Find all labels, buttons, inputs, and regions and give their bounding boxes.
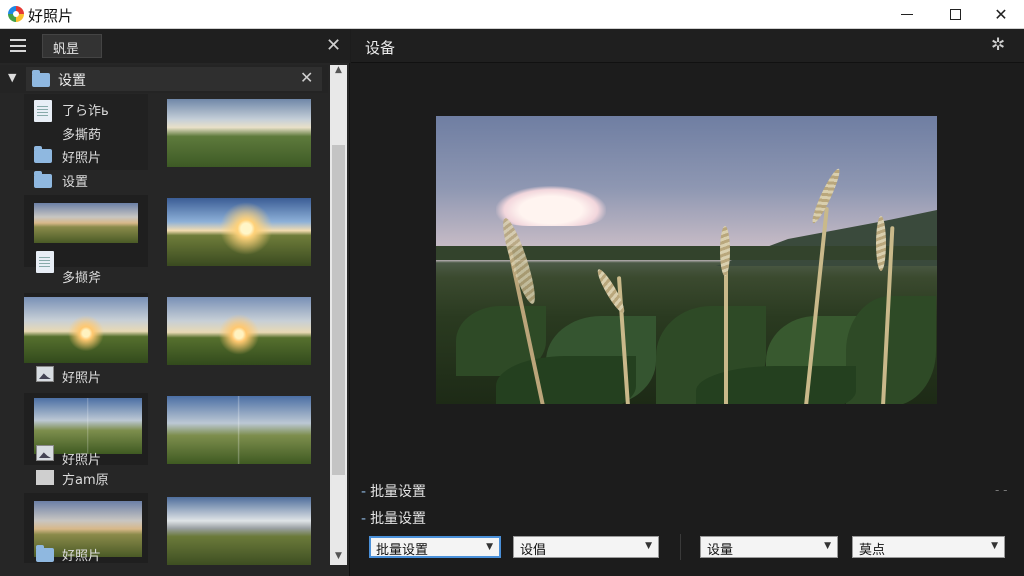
vertical-scrollbar[interactable]: ▲ ▼ — [330, 65, 347, 565]
cloud — [496, 186, 606, 226]
toolbar-divider — [680, 534, 681, 560]
pin-icon[interactable]: ✲ — [991, 35, 1005, 55]
folder-bar: ▼ 设置 — [0, 65, 328, 93]
chevron-down-icon: ▼ — [824, 541, 831, 551]
preview-header: 设备 ✲ — [351, 29, 1024, 63]
thumbnail-image[interactable] — [167, 99, 311, 167]
folder-icon — [34, 146, 52, 163]
landscape-icon — [36, 445, 54, 461]
scroll-down-icon[interactable]: ▼ — [330, 551, 347, 565]
thumbnail-image — [34, 203, 138, 243]
chevron-down-icon: ▼ — [991, 541, 998, 551]
file-label[interactable]: 设置 — [62, 171, 88, 190]
document-icon — [36, 251, 54, 273]
section-header-batch[interactable]: - 批量设置 — [361, 508, 426, 528]
thumbnail-image — [24, 297, 148, 363]
current-folder[interactable]: 设置 — [26, 67, 322, 91]
dropdown-quantity[interactable]: 设量 ▼ — [700, 536, 838, 558]
preview-image — [436, 116, 937, 404]
grass-seed-head — [720, 226, 730, 276]
maximize-icon — [949, 9, 961, 20]
maximize-button[interactable] — [932, 0, 978, 29]
leaf — [496, 356, 636, 404]
scrollbar-thumb[interactable] — [332, 145, 345, 475]
more-dots[interactable]: - - — [995, 483, 1007, 497]
minimize-icon — [901, 13, 913, 16]
folder-icon — [34, 171, 52, 188]
thumbnail-image[interactable] — [167, 497, 311, 565]
thumbnail-image[interactable] — [167, 396, 311, 464]
current-folder-label: 设置 — [58, 73, 86, 89]
collapse-caret-icon[interactable]: ▼ — [8, 71, 16, 84]
thumbnail-image[interactable] — [167, 297, 311, 365]
browser-header: 䖠昰 ✕ — [0, 29, 350, 63]
thumbnail-image[interactable] — [167, 198, 311, 266]
document-icon — [34, 100, 52, 122]
title-bar: 好照片 ✕ — [0, 0, 1024, 29]
panel-close-button[interactable]: ✕ — [326, 35, 341, 56]
grass-seed-head — [876, 216, 886, 271]
image-icon — [36, 366, 54, 382]
minimize-button[interactable] — [884, 0, 930, 29]
file-label: 好照片 — [62, 151, 102, 166]
browser-tab[interactable]: 䖠昰 — [42, 34, 102, 58]
app-logo-icon — [8, 6, 24, 22]
folder-close-button[interactable]: ✕ — [300, 68, 313, 87]
window-title: 好照片 — [28, 7, 74, 25]
file-label[interactable]: 好照片 — [62, 545, 101, 564]
section-header-batch[interactable]: - 批量设置 — [361, 481, 426, 501]
file-label: 了ら诈ь — [62, 104, 109, 119]
chevron-down-icon: ▼ — [486, 542, 493, 552]
browser-panel: 䖠昰 ✕ ▼ 设置 ✕ 了ら诈ь 多撕菂 好照片 设置 多撷斧 好照片 好照片 … — [0, 29, 350, 576]
preview-title: 设备 — [365, 39, 396, 57]
square-icon — [36, 470, 54, 485]
file-label[interactable]: 好照片 — [62, 367, 101, 386]
file-label: 多撕菂 — [62, 128, 102, 143]
chevron-down-icon: ▼ — [645, 541, 652, 551]
close-icon: ✕ — [994, 5, 1008, 24]
thumbnail-tile[interactable] — [24, 293, 148, 363]
dropdown-point[interactable]: 莫点 ▼ — [852, 536, 1005, 558]
dropdown-setting[interactable]: 设倡 ▼ — [513, 536, 659, 558]
folder-icon — [32, 70, 50, 87]
close-window-button[interactable]: ✕ — [978, 0, 1024, 29]
file-label[interactable]: 方am原 — [62, 469, 109, 488]
folder-icon — [36, 545, 54, 562]
hamburger-menu-icon[interactable] — [10, 39, 26, 52]
leaf — [846, 296, 936, 404]
dropdown-batch-settings[interactable]: 批量设置 ▼ — [369, 536, 501, 558]
grass-seed-head — [594, 266, 628, 316]
preview-panel: 设备 ✲ - 批量设置 - - - 批量设置 批量设置 ▼ 设倡 ▼ 设量 ▼ 莫点 ▼ — [351, 29, 1024, 576]
file-list-tile[interactable]: 了ら诈ь 多撕菂 好照片 — [24, 94, 148, 170]
scroll-up-icon[interactable]: ▲ — [330, 65, 347, 79]
file-label[interactable]: 好照片 — [62, 449, 101, 468]
file-label[interactable]: 多撷斧 — [62, 267, 101, 286]
